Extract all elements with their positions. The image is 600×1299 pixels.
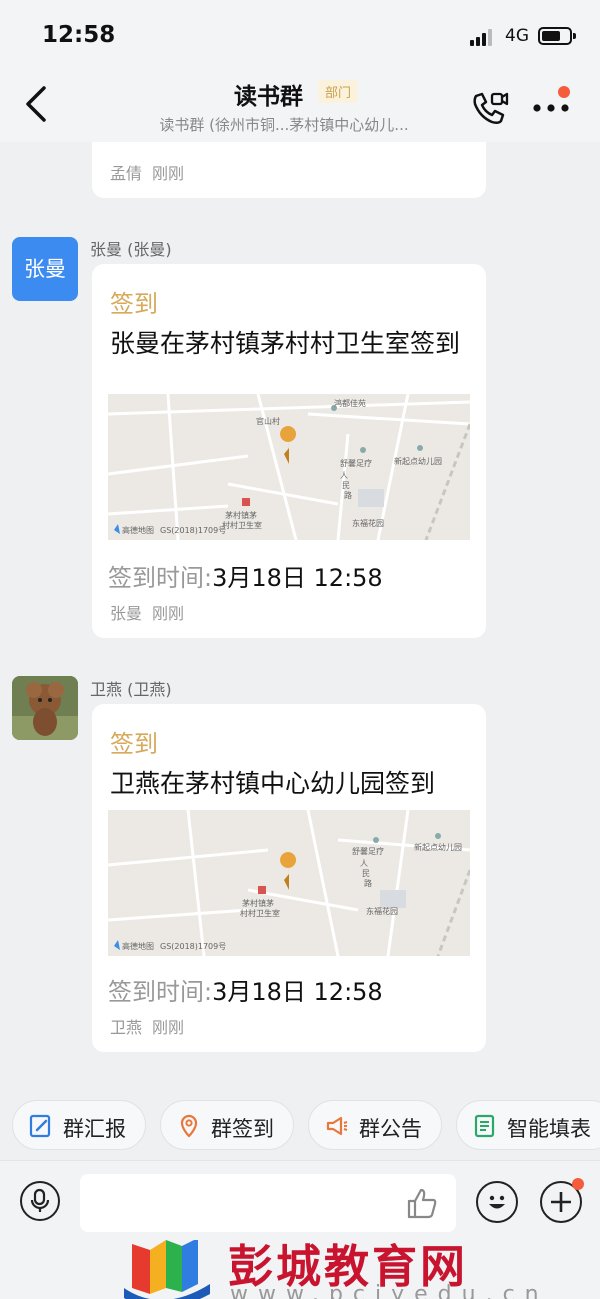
checkin-text: 张曼在茅村镇茅村村卫生室签到 <box>110 329 461 358</box>
group-notice-label: 群公告 <box>359 1117 422 1141</box>
status-bar: 12:58 4G <box>0 0 600 72</box>
message-time: 刚刚 <box>152 164 185 183</box>
svg-text:官山村: 官山村 <box>256 416 280 426</box>
checkin-card[interactable]: 签到 张曼在茅村镇茅村村卫生室签到 鸿都佳苑 官山村 舒馨足疗 新起点幼儿园 人… <box>92 264 486 638</box>
svg-text:民: 民 <box>342 481 350 490</box>
message-author: 张曼 <box>110 604 143 623</box>
message-card-previous[interactable]: 孟倩 刚刚 <box>92 142 486 198</box>
message-author: 孟倩 <box>110 164 143 183</box>
svg-text:东福花园: 东福花园 <box>352 518 384 528</box>
group-report-label: 群汇报 <box>63 1117 126 1141</box>
svg-text:人: 人 <box>340 471 348 480</box>
input-bar <box>0 1160 600 1240</box>
svg-text:茅村镇茅: 茅村镇茅 <box>225 510 257 520</box>
svg-text:村村卫生室: 村村卫生室 <box>240 908 280 918</box>
checkin-time-row: 签到时间:3月18日 12:58 <box>108 558 383 593</box>
checkin-time-label: 签到时间: <box>108 978 213 1006</box>
checkin-time-value: 3月18日 12:58 <box>212 564 383 592</box>
watermark: 彭城教育网 www.pcjyedu.cn <box>0 1240 600 1299</box>
svg-text:GS(2018)1709号: GS(2018)1709号 <box>160 526 226 535</box>
message-input[interactable] <box>80 1174 456 1232</box>
message-meta: 张曼 刚刚 <box>110 600 184 624</box>
network-type: 4G <box>505 26 529 46</box>
svg-text:鸿都佳苑: 鸿都佳苑 <box>334 398 366 408</box>
chat-messages[interactable]: 孟倩 刚刚 张曼 (张曼) 张曼 签到 张曼在茅村镇茅村村卫生室签到 鸿都佳苑 … <box>0 142 600 1092</box>
avatar[interactable] <box>12 676 78 740</box>
message-time: 刚刚 <box>152 1018 185 1037</box>
checkin-time-label: 签到时间: <box>108 564 213 592</box>
form-icon <box>474 1114 495 1138</box>
megaphone-icon <box>326 1116 348 1136</box>
svg-text:路: 路 <box>344 490 352 500</box>
checkin-label: 签到 <box>110 730 158 758</box>
watermark-url: www.pcjyedu.cn <box>230 1282 549 1299</box>
emoji-button[interactable] <box>476 1181 518 1223</box>
svg-text:舒馨足疗: 舒馨足疗 <box>340 458 372 468</box>
quick-action-bar[interactable]: 群汇报 群签到 群公告 智能填表 <box>0 1092 600 1160</box>
watermark-logo <box>124 1240 210 1299</box>
emoji-icon <box>489 1195 505 1209</box>
dept-badge: 部门 <box>318 80 359 103</box>
svg-text:东福花园: 东福花园 <box>366 906 398 916</box>
notification-dot <box>558 86 570 98</box>
group-checkin-button[interactable]: 群签到 <box>160 1100 294 1150</box>
message-meta: 孟倩 刚刚 <box>110 160 184 184</box>
sender-name: 卫燕 (卫燕) <box>90 680 172 699</box>
smart-form-button[interactable]: 智能填表 <box>456 1100 600 1150</box>
report-icon <box>29 1114 51 1138</box>
group-checkin-label: 群签到 <box>211 1117 274 1141</box>
checkin-time-value: 3月18日 12:58 <box>212 978 383 1006</box>
message-author: 卫燕 <box>110 1018 143 1037</box>
location-map[interactable]: 舒馨足疗 新起点幼儿园 人民路 茅村镇茅 村村卫生室 东福花园 高德地图 GS(… <box>108 810 470 956</box>
more-icon[interactable] <box>530 98 572 118</box>
notification-dot <box>572 1178 584 1190</box>
svg-text:新起点幼儿园: 新起点幼儿园 <box>394 456 442 466</box>
message-meta: 卫燕 刚刚 <box>110 1014 184 1038</box>
svg-text:新起点幼儿园: 新起点幼儿园 <box>414 842 462 852</box>
location-map[interactable]: 鸿都佳苑 官山村 舒馨足疗 新起点幼儿园 人民路 茅村镇茅 村村卫生室 东福花园… <box>108 394 470 540</box>
sender-name: 张曼 (张曼) <box>90 240 172 259</box>
svg-text:高德地图: 高德地图 <box>122 941 154 951</box>
video-call-icon[interactable] <box>470 90 510 126</box>
avatar[interactable]: 张曼 <box>12 237 78 301</box>
svg-text:民: 民 <box>362 869 370 878</box>
location-icon <box>180 1114 198 1138</box>
battery-icon <box>538 27 576 45</box>
checkin-label: 签到 <box>110 290 158 318</box>
smart-form-label: 智能填表 <box>507 1117 591 1141</box>
chat-header: 读书群 部门 读书群 (徐州市铜...茅村镇中心幼儿... <box>0 72 600 142</box>
microphone-icon <box>30 1188 50 1212</box>
checkin-card[interactable]: 签到 卫燕在茅村镇中心幼儿园签到 舒馨足疗 新起点幼儿园 人 民 路 茅村镇茅 … <box>92 704 486 1052</box>
group-notice-button[interactable]: 群公告 <box>308 1100 442 1150</box>
status-time: 12:58 <box>42 22 116 48</box>
voice-input-button[interactable] <box>20 1181 60 1221</box>
svg-text:茅村镇茅: 茅村镇茅 <box>242 898 274 908</box>
signal-icon <box>470 28 496 46</box>
checkin-time-row: 签到时间:3月18日 12:58 <box>108 972 383 1007</box>
svg-text:高德地图: 高德地图 <box>122 525 154 535</box>
group-report-button[interactable]: 群汇报 <box>12 1100 146 1150</box>
message-time: 刚刚 <box>152 604 185 623</box>
checkin-text: 卫燕在茅村镇中心幼儿园签到 <box>110 769 436 798</box>
svg-text:村村卫生室: 村村卫生室 <box>222 520 262 530</box>
svg-text:路: 路 <box>364 878 372 888</box>
svg-text:舒馨足疗: 舒馨足疗 <box>352 846 384 856</box>
thumbs-up-icon[interactable] <box>405 1186 439 1220</box>
svg-text:GS(2018)1709号: GS(2018)1709号 <box>160 942 226 951</box>
svg-text:人: 人 <box>360 859 368 868</box>
group-title[interactable]: 读书群 <box>234 77 303 111</box>
